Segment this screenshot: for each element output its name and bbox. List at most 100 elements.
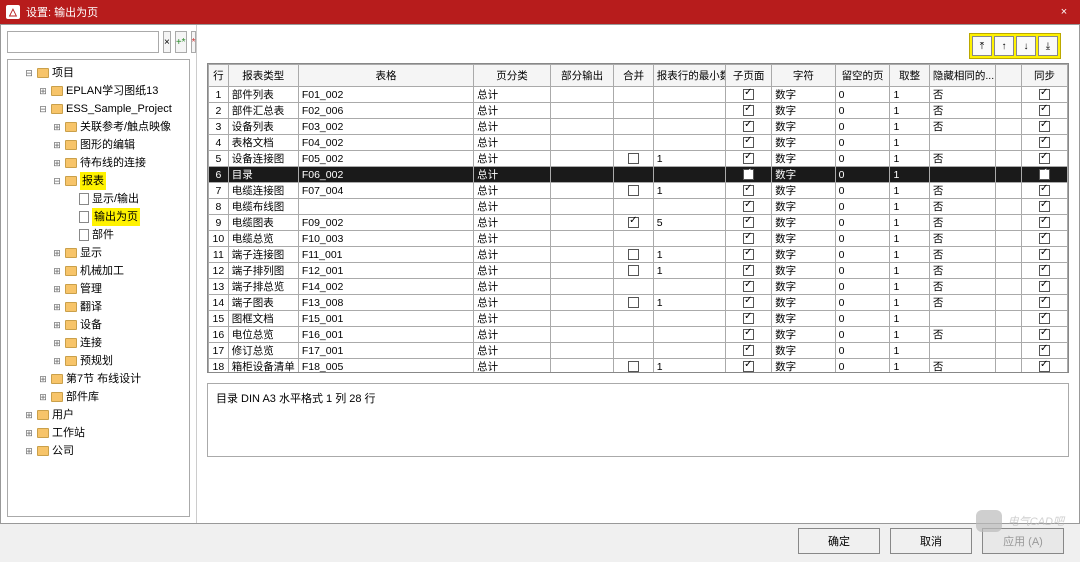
tree-node[interactable]: ⊞工作站 (24, 424, 187, 442)
column-header[interactable]: 留空的页 (835, 65, 890, 87)
checkbox[interactable] (628, 265, 639, 276)
table-row[interactable]: 3设备列表F03_002总计数字01否 (209, 119, 1068, 135)
checkbox[interactable] (743, 121, 754, 132)
checkbox[interactable] (743, 329, 754, 340)
checkbox[interactable] (1039, 121, 1050, 132)
cancel-button[interactable]: 取消 (890, 528, 972, 554)
table-row[interactable]: 6目录F06_002总计数字01 (209, 167, 1068, 183)
checkbox[interactable] (1039, 281, 1050, 292)
tree-node[interactable]: ⊞图形的编辑 (52, 136, 187, 154)
checkbox[interactable] (743, 217, 754, 228)
search-input[interactable] (7, 31, 159, 53)
checkbox[interactable] (1039, 153, 1050, 164)
checkbox[interactable] (1039, 201, 1050, 212)
column-header[interactable]: 字符 (772, 65, 836, 87)
table-row[interactable]: 2部件汇总表F02_006总计数字01否 (209, 103, 1068, 119)
checkbox[interactable] (743, 201, 754, 212)
checkbox[interactable] (743, 313, 754, 324)
checkbox[interactable] (1039, 233, 1050, 244)
move-bottom-button[interactable]: ⤓ (1038, 36, 1058, 56)
checkbox[interactable] (1039, 249, 1050, 260)
table-row[interactable]: 15图框文档F15_001总计数字01 (209, 311, 1068, 327)
checkbox[interactable] (743, 89, 754, 100)
checkbox[interactable] (743, 185, 754, 196)
table-row[interactable]: 1部件列表F01_002总计数字01否 (209, 87, 1068, 103)
checkbox[interactable] (743, 233, 754, 244)
table-row[interactable]: 8电缆布线图总计数字01否 (209, 199, 1068, 215)
column-header[interactable] (995, 65, 1021, 87)
table-row[interactable]: 17修订总览F17_001总计数字01 (209, 343, 1068, 359)
table-row[interactable]: 5设备连接图F05_002总计1数字01否 (209, 151, 1068, 167)
checkbox[interactable] (743, 345, 754, 356)
column-header[interactable]: 行 (209, 65, 229, 87)
ok-button[interactable]: 确定 (798, 528, 880, 554)
checkbox[interactable] (628, 297, 639, 308)
move-up-button[interactable]: ↑ (994, 36, 1014, 56)
checkbox[interactable] (628, 217, 639, 228)
column-header[interactable]: 部分输出 (550, 65, 614, 87)
column-header[interactable]: 报表类型 (228, 65, 298, 87)
checkbox[interactable] (1039, 361, 1050, 372)
reports-grid[interactable]: 行报表类型表格页分类部分输出合并报表行的最小数...子页面字符留空的页取整隐藏相… (207, 63, 1069, 373)
tree-node[interactable]: ⊞公司 (24, 442, 187, 460)
checkbox[interactable] (743, 281, 754, 292)
tree-node[interactable]: ⊞用户 (24, 406, 187, 424)
column-header[interactable]: 合并 (614, 65, 653, 87)
nav-tree[interactable]: ⊟项目⊞EPLAN学习图纸13⊟ESS_Sample_Project⊞关联参考/… (7, 59, 190, 517)
checkbox[interactable] (743, 169, 754, 180)
tree-node[interactable]: ⊞EPLAN学习图纸13 (38, 82, 187, 100)
checkbox[interactable] (743, 137, 754, 148)
tree-node[interactable]: ⊞翻译 (52, 298, 187, 316)
checkbox[interactable] (628, 361, 639, 372)
column-header[interactable]: 同步 (1021, 65, 1067, 87)
table-row[interactable]: 14端子图表F13_008总计1数字01否 (209, 295, 1068, 311)
tree-node[interactable]: ⊞设备 (52, 316, 187, 334)
table-row[interactable]: 11端子连接图F11_001总计1数字01否 (209, 247, 1068, 263)
column-header[interactable]: 隐藏相同的... (929, 65, 995, 87)
tree-node[interactable]: ⊞第7节 布线设计 (38, 370, 187, 388)
checkbox[interactable] (1039, 169, 1050, 180)
checkbox[interactable] (1039, 185, 1050, 196)
tree-node[interactable]: ⊟项目 (24, 64, 187, 82)
tree-node[interactable]: ⊞关联参考/触点映像 (52, 118, 187, 136)
tree-node[interactable]: ⊞预规划 (52, 352, 187, 370)
table-row[interactable]: 7电缆连接图F07_004总计1数字01否 (209, 183, 1068, 199)
column-header[interactable]: 子页面 (726, 65, 772, 87)
checkbox[interactable] (1039, 345, 1050, 356)
table-row[interactable]: 4表格文档F04_002总计数字01 (209, 135, 1068, 151)
tree-node[interactable]: ⊞显示 (52, 244, 187, 262)
move-top-button[interactable]: ⤒ (972, 36, 992, 56)
table-row[interactable]: 18箱柜设备清单F18_005总计1数字01否 (209, 359, 1068, 374)
checkbox[interactable] (1039, 265, 1050, 276)
checkbox[interactable] (743, 361, 754, 372)
move-down-button[interactable]: ↓ (1016, 36, 1036, 56)
checkbox[interactable] (743, 153, 754, 164)
tree-node[interactable]: ⊟报表 (52, 172, 187, 190)
checkbox[interactable] (1039, 329, 1050, 340)
table-row[interactable]: 10电缆总览F10_003总计数字01否 (209, 231, 1068, 247)
checkbox[interactable] (1039, 137, 1050, 148)
checkbox[interactable] (1039, 217, 1050, 228)
tree-node[interactable]: 显示/输出 (66, 190, 187, 208)
column-header[interactable]: 报表行的最小数... (653, 65, 725, 87)
table-row[interactable]: 16电位总览F16_001总计数字01否 (209, 327, 1068, 343)
checkbox[interactable] (628, 249, 639, 260)
tree-node[interactable]: ⊞机械加工 (52, 262, 187, 280)
column-header[interactable]: 取整 (890, 65, 929, 87)
tree-node[interactable]: ⊞管理 (52, 280, 187, 298)
tree-node[interactable]: 部件 (66, 226, 187, 244)
checkbox[interactable] (1039, 105, 1050, 116)
checkbox[interactable] (743, 105, 754, 116)
table-row[interactable]: 9电缆图表F09_002总计5数字01否 (209, 215, 1068, 231)
table-row[interactable]: 12端子排列图F12_001总计1数字01否 (209, 263, 1068, 279)
column-header[interactable]: 页分类 (474, 65, 551, 87)
checkbox[interactable] (1039, 297, 1050, 308)
checkbox[interactable] (628, 153, 639, 164)
column-header[interactable]: 表格 (298, 65, 473, 87)
tree-node[interactable]: 输出为页 (66, 208, 187, 226)
clear-button[interactable]: × (163, 31, 171, 53)
tree-node[interactable]: ⊞部件库 (38, 388, 187, 406)
checkbox[interactable] (743, 265, 754, 276)
checkbox[interactable] (1039, 313, 1050, 324)
close-icon[interactable]: × (1054, 6, 1074, 18)
